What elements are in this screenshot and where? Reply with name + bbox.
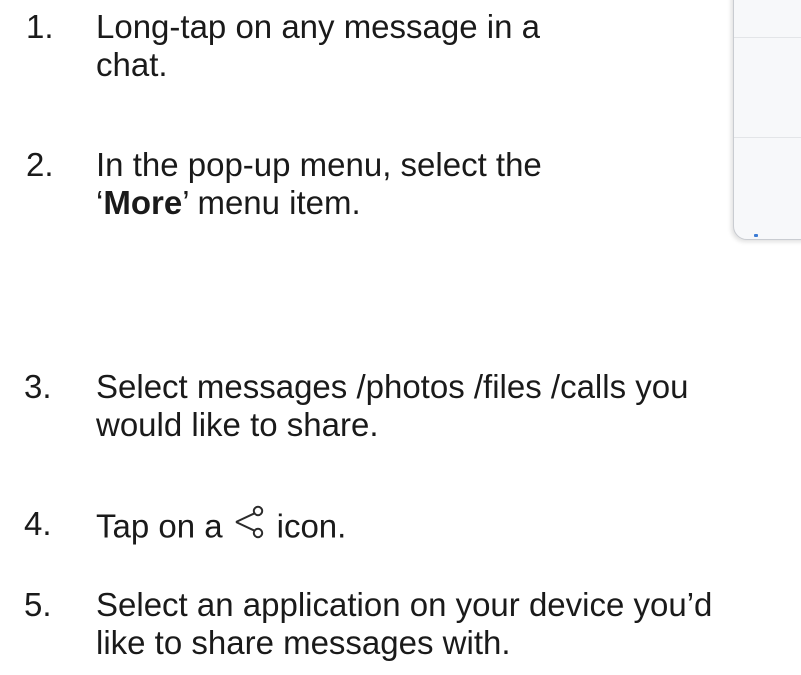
step-text-rest: ’ menu item. <box>182 184 361 221</box>
step-text-line: ‘More’ menu item. <box>96 184 542 222</box>
step-text-line: chat. <box>96 46 168 83</box>
menu-divider <box>734 137 801 138</box>
step-text: Long-tap on any message in a chat. <box>96 8 540 84</box>
step-number: 2. <box>26 146 54 183</box>
step-text-line: Select an application on your device you… <box>96 586 713 623</box>
step-text-line: Select messages /photos /files /calls yo… <box>96 368 689 405</box>
step-text: Tap on a icon. <box>96 505 346 553</box>
step-text-line: would like to share. <box>96 406 379 443</box>
share-icon <box>233 505 267 547</box>
step-number: 1. <box>26 8 54 45</box>
step-text: Select an application on your device you… <box>96 586 712 662</box>
step-text-before-icon: Tap on a <box>96 507 223 545</box>
step-number: 5. <box>24 586 52 623</box>
menu-item-name: More <box>103 184 183 221</box>
step-text-line: like to share messages with. <box>96 624 511 661</box>
menu-divider <box>734 37 801 38</box>
step-number: 4. <box>24 505 52 542</box>
step-text: Select messages /photos /files /calls yo… <box>96 368 688 444</box>
step-text-after-icon: icon. <box>276 507 347 545</box>
accent-dot <box>754 234 758 237</box>
step-text-line: Long-tap on any message in a <box>96 8 540 45</box>
step-number: 3. <box>24 368 52 405</box>
step-text-line: In the pop-up menu, select the <box>96 146 542 183</box>
phone-menu-screenshot <box>733 0 801 240</box>
step-text: In the pop-up menu, select the ‘More’ me… <box>96 146 542 222</box>
